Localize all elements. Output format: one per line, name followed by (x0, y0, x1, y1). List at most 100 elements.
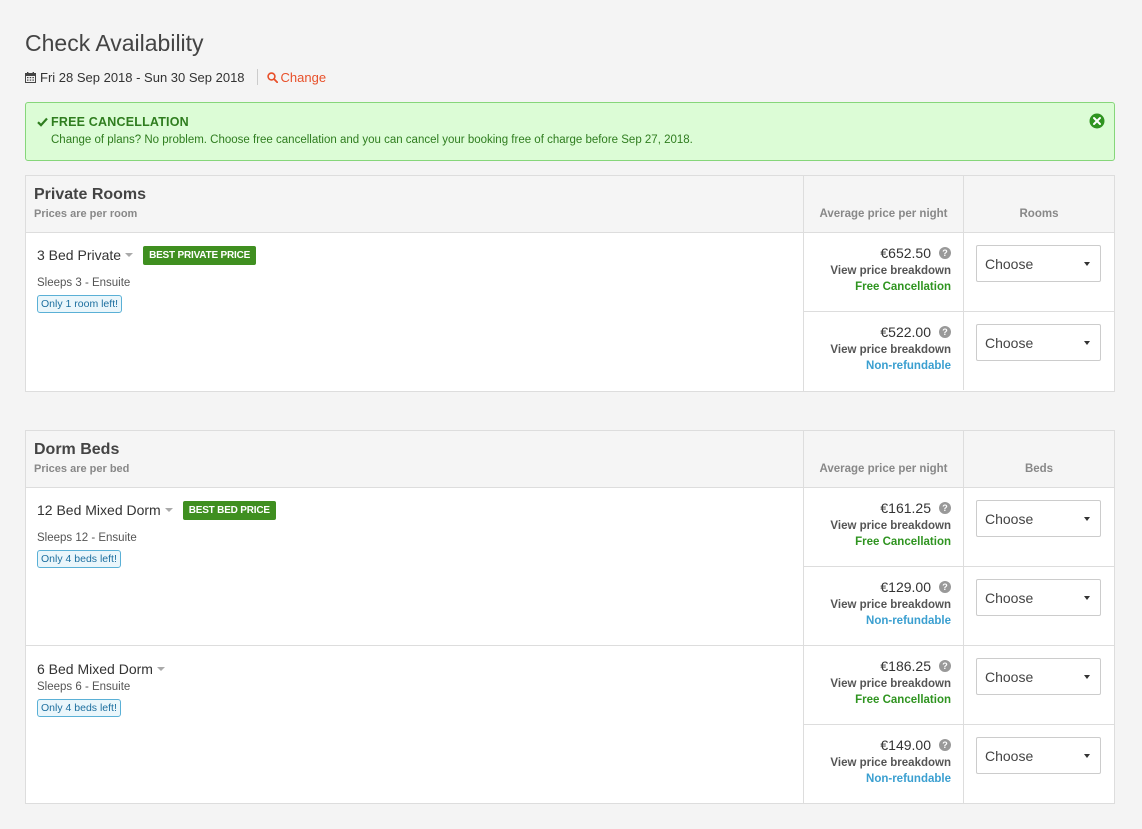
room-row: 3 Bed Private BEST PRIVATE PRICE Sleeps … (26, 233, 1114, 391)
price-line: €186.25? (804, 658, 951, 674)
availability-badge: Only 1 room left! (37, 295, 123, 313)
view-price-breakdown-link[interactable]: View price breakdown (804, 757, 951, 769)
rate-price-cell: €149.00? View price breakdown Non-refund… (804, 725, 964, 803)
room-row: 12 Bed Mixed Dorm BEST BED PRICE Sleeps … (26, 488, 1114, 646)
header-qty-col: Beds (1024, 463, 1054, 475)
room-name[interactable]: 12 Bed Mixed Dorm (37, 502, 161, 518)
rate-select-cell: Choose (964, 567, 1114, 645)
private-rooms-table: Private Rooms Prices are per room Averag… (25, 175, 1115, 392)
header-price-col: Average price per night (804, 431, 964, 487)
rate-row: €149.00? View price breakdown Non-refund… (804, 725, 1114, 803)
section-heading: Dorm Beds (34, 441, 120, 458)
dropdown-arrow-icon (1084, 674, 1090, 679)
view-price-breakdown-link[interactable]: View price breakdown (804, 520, 951, 532)
room-info: 12 Bed Mixed Dorm BEST BED PRICE Sleeps … (26, 488, 804, 645)
section-heading: Private Rooms (34, 186, 147, 203)
price-line: €652.50? (804, 245, 951, 261)
rate-condition: Non-refundable (866, 773, 951, 785)
price-value: €652.50 (880, 245, 931, 261)
calendar-icon (25, 71, 36, 83)
rate-row: €522.00? View price breakdown Non-refund… (804, 312, 1114, 390)
select-value: Choose (985, 668, 1034, 685)
price-line: €149.00? (804, 737, 951, 753)
room-rates: €186.25? View price breakdown Free Cance… (804, 646, 1114, 803)
select-value: Choose (985, 589, 1034, 606)
rate-price-cell: €652.50? View price breakdown Free Cance… (804, 233, 964, 311)
room-name-row: 12 Bed Mixed Dorm BEST BED PRICE (37, 500, 803, 520)
rate-price-cell: €161.25? View price breakdown Free Cance… (804, 488, 964, 566)
room-rates: €652.50? View price breakdown Free Cance… (804, 233, 1114, 391)
quantity-select[interactable]: Choose (976, 500, 1101, 537)
chevron-down-icon[interactable] (156, 667, 165, 671)
header-room-col: Dorm Beds Prices are per bed (26, 431, 804, 487)
alert-title: FREE CANCELLATION (51, 115, 189, 129)
rate-select-cell: Choose (964, 646, 1114, 724)
divider (256, 69, 258, 85)
rate-select-cell: Choose (964, 312, 1114, 390)
rate-condition: Non-refundable (866, 615, 951, 627)
select-value: Choose (985, 510, 1034, 527)
dropdown-arrow-icon (1084, 340, 1090, 345)
header-qty-col: Rooms (1019, 208, 1059, 220)
rate-select-cell: Choose (964, 725, 1114, 803)
question-icon[interactable]: ? (939, 326, 951, 338)
price-value: €149.00 (880, 737, 931, 753)
room-sleeps: Sleeps 3 - Ensuite (37, 277, 131, 289)
room-sleeps: Sleeps 12 - Ensuite (37, 532, 137, 544)
availability-page: Check Availability Fri 28 Sep 2018 - Sun… (25, 28, 1115, 804)
quantity-select[interactable]: Choose (976, 658, 1101, 695)
rate-condition: Free Cancellation (855, 536, 951, 548)
question-icon[interactable]: ? (939, 581, 951, 593)
price-value: €161.25 (880, 500, 931, 516)
section-subheading: Prices are per bed (34, 463, 130, 475)
best-price-badge: BEST BED PRICE (182, 500, 276, 520)
view-price-breakdown-link[interactable]: View price breakdown (804, 344, 951, 356)
room-info: 3 Bed Private BEST PRIVATE PRICE Sleeps … (26, 233, 804, 391)
room-name[interactable]: 6 Bed Mixed Dorm (37, 661, 153, 677)
view-price-breakdown-link[interactable]: View price breakdown (804, 678, 951, 690)
search-icon (266, 71, 278, 83)
question-icon[interactable]: ? (939, 739, 951, 751)
best-price-badge: BEST PRIVATE PRICE (143, 245, 257, 265)
dropdown-arrow-icon (1084, 261, 1090, 266)
change-label: Change (280, 69, 327, 85)
availability-badge: Only 4 beds left! (37, 550, 121, 568)
quantity-select[interactable]: Choose (976, 245, 1101, 282)
question-icon[interactable]: ? (939, 502, 951, 514)
quantity-select[interactable]: Choose (976, 324, 1101, 361)
price-value: €129.00 (880, 579, 931, 595)
dorm-beds-table: Dorm Beds Prices are per bed Average pri… (25, 430, 1115, 804)
dropdown-arrow-icon (1084, 595, 1090, 600)
rate-condition: Free Cancellation (855, 694, 951, 706)
price-value: €186.25 (880, 658, 931, 674)
price-line: €522.00? (804, 324, 951, 340)
view-price-breakdown-link[interactable]: View price breakdown (804, 599, 951, 611)
room-name[interactable]: 3 Bed Private (37, 247, 121, 263)
rate-select-cell: Choose (964, 233, 1114, 311)
view-price-breakdown-link[interactable]: View price breakdown (804, 265, 951, 277)
rate-row: €652.50? View price breakdown Free Cance… (804, 233, 1114, 312)
rate-select-cell: Choose (964, 488, 1114, 566)
alert-header: FREE CANCELLATION (37, 115, 1114, 129)
room-name-row: 3 Bed Private BEST PRIVATE PRICE (37, 245, 803, 265)
price-line: €161.25? (804, 500, 951, 516)
date-range: Fri 28 Sep 2018 - Sun 30 Sep 2018 (40, 69, 245, 85)
free-cancellation-alert: FREE CANCELLATION Change of plans? No pr… (25, 102, 1115, 161)
rate-row: €161.25? View price breakdown Free Cance… (804, 488, 1114, 567)
quantity-select[interactable]: Choose (976, 579, 1101, 616)
rate-condition: Free Cancellation (855, 281, 951, 293)
chevron-down-icon[interactable] (164, 508, 173, 512)
change-dates-link[interactable]: Change (266, 69, 327, 85)
rate-price-cell: €186.25? View price breakdown Free Cance… (804, 646, 964, 724)
question-icon[interactable]: ? (939, 247, 951, 259)
room-info: 6 Bed Mixed Dorm Sleeps 6 - Ensuite Only… (26, 646, 804, 803)
chevron-down-icon[interactable] (125, 253, 134, 257)
rate-price-cell: €129.00? View price breakdown Non-refund… (804, 567, 964, 645)
close-circle-icon[interactable] (1089, 113, 1105, 129)
table-header: Dorm Beds Prices are per bed Average pri… (26, 431, 1114, 488)
question-icon[interactable]: ? (939, 660, 951, 672)
quantity-select[interactable]: Choose (976, 737, 1101, 774)
dropdown-arrow-icon (1084, 753, 1090, 758)
price-line: €129.00? (804, 579, 951, 595)
date-range-bar: Fri 28 Sep 2018 - Sun 30 Sep 2018 Change (25, 67, 1115, 87)
